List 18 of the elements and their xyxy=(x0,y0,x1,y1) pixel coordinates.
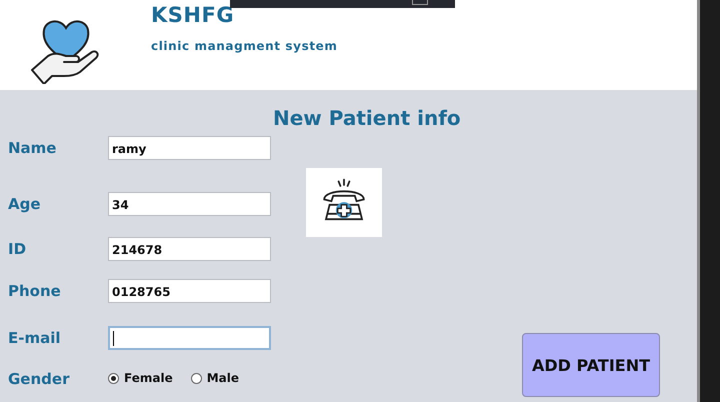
field-label: ID xyxy=(8,239,28,258)
app-title: KSHFG xyxy=(151,3,236,27)
radio-button[interactable]: Male xyxy=(190,371,239,385)
field-label: Gender xyxy=(8,369,70,388)
phone-icon xyxy=(306,168,382,237)
form-title: New Patient info xyxy=(273,106,461,130)
input-field[interactable]: 0128765 xyxy=(108,279,271,303)
field-label: E-mail xyxy=(8,328,62,347)
field-label: Age xyxy=(8,194,42,213)
add-patient-button[interactable]: ADD PATIENT xyxy=(522,333,660,397)
input-field[interactable]: ramy xyxy=(108,136,271,160)
app-subtitle: clinic managment system xyxy=(151,39,338,53)
input-field[interactable] xyxy=(108,326,271,350)
field-label: Phone xyxy=(8,281,62,300)
field-label: Name xyxy=(8,138,58,157)
input-field[interactable]: 214678 xyxy=(108,237,271,261)
input-field[interactable]: 34 xyxy=(108,192,271,216)
radio-button[interactable]: Female xyxy=(108,371,173,385)
